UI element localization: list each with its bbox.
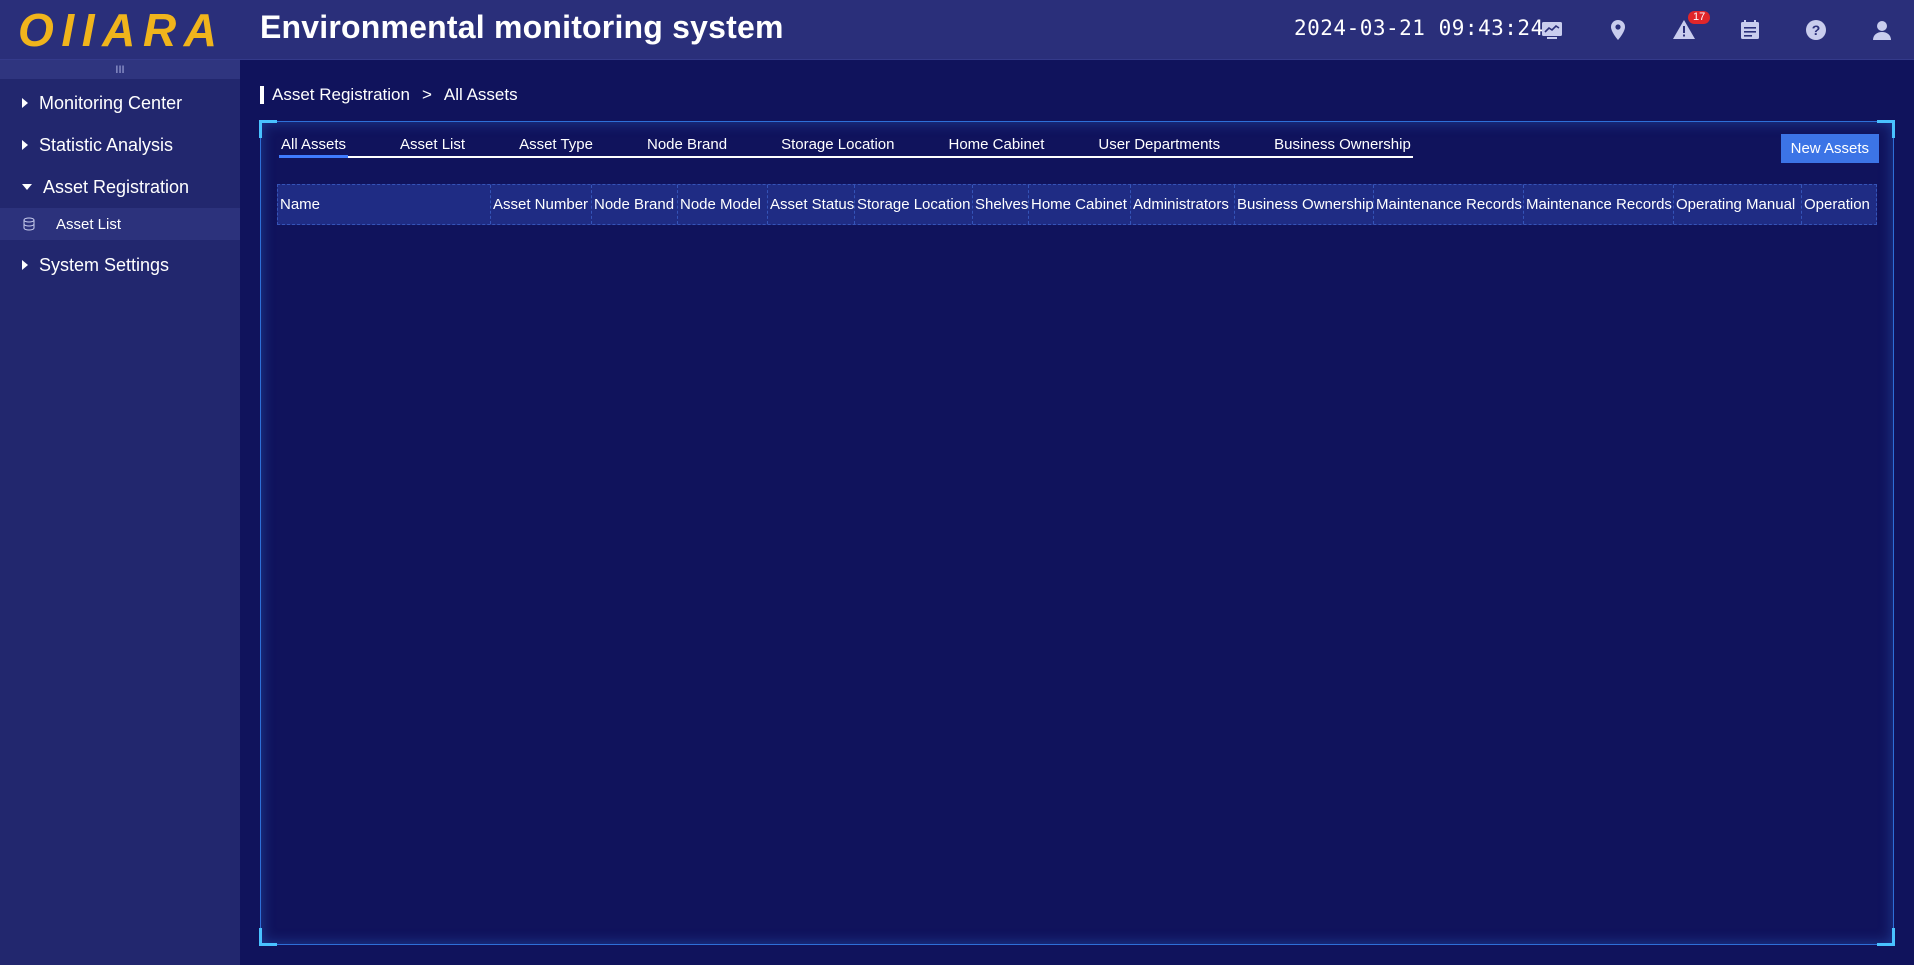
sidebar-item-asset-registration[interactable]: Asset Registration: [0, 166, 240, 208]
caret-right-icon: [22, 140, 28, 150]
column-header-home-cabinet[interactable]: Home Cabinet: [1029, 185, 1131, 224]
sidebar-item-label: System Settings: [39, 254, 170, 275]
column-header-business-ownership[interactable]: Business Ownership: [1235, 185, 1374, 224]
location-pin-icon[interactable]: [1605, 17, 1631, 43]
top-header: OIIARA Environmental monitoring system 2…: [0, 0, 1914, 60]
alert-icon[interactable]: 17: [1671, 11, 1711, 43]
company-logo: OIIARA: [18, 6, 218, 54]
breadcrumb-separator: >: [421, 85, 432, 104]
tab-asset-list[interactable]: Asset List: [398, 136, 467, 158]
column-header-storage-location[interactable]: Storage Location: [855, 185, 973, 224]
sidebar-item-statistic-analysis[interactable]: Statistic Analysis: [0, 124, 240, 166]
panel-corner: [1877, 120, 1895, 138]
sidebar-collapse-toggle[interactable]: III: [0, 60, 240, 79]
user-icon[interactable]: [1869, 17, 1895, 43]
sidebar-item-system-settings[interactable]: System Settings: [0, 244, 240, 286]
app-title: Environmental monitoring system: [260, 9, 784, 45]
sidebar-item-label: Asset Registration: [43, 176, 190, 197]
panel-corner: [259, 120, 277, 138]
tab-asset-type[interactable]: Asset Type: [517, 136, 595, 158]
column-header-node-model[interactable]: Node Model: [678, 185, 768, 224]
caret-down-icon: [22, 184, 32, 190]
tab-business-ownership[interactable]: Business Ownership: [1272, 136, 1413, 158]
monitor-icon[interactable]: [1539, 17, 1565, 43]
asset-tabs: All Assets Asset List Asset Type Node Br…: [279, 136, 1413, 158]
tab-home-cabinet[interactable]: Home Cabinet: [946, 136, 1046, 158]
sidebar: III Monitoring Center Statistic Analysis…: [0, 60, 240, 965]
column-header-asset-number[interactable]: Asset Number: [491, 185, 592, 224]
sidebar-subitem-asset-list[interactable]: Asset List: [0, 208, 240, 240]
breadcrumb: Asset Registration > All Assets: [260, 85, 518, 105]
assets-table-header: Name Asset Number Node Brand Node Model …: [277, 184, 1877, 225]
collapse-glyph: III: [115, 63, 125, 76]
current-datetime: 2024-03-21 09:43:24: [1294, 16, 1544, 40]
tab-storage-location[interactable]: Storage Location: [779, 136, 896, 158]
column-header-asset-status[interactable]: Asset Status: [768, 185, 855, 224]
breadcrumb-current: All Assets: [443, 85, 518, 104]
caret-right-icon: [22, 260, 28, 270]
help-icon[interactable]: ?: [1803, 17, 1829, 43]
sidebar-item-monitoring-center[interactable]: Monitoring Center: [0, 82, 240, 124]
column-header-administrators[interactable]: Administrators: [1131, 185, 1235, 224]
column-header-name[interactable]: Name: [278, 185, 491, 224]
content-panel: All Assets Asset List Asset Type Node Br…: [259, 120, 1895, 946]
breadcrumb-parent[interactable]: Asset Registration: [272, 85, 410, 105]
alert-count-badge: 17: [1688, 11, 1711, 24]
tab-user-departments[interactable]: User Departments: [1096, 136, 1222, 158]
column-header-operating-manual[interactable]: Operating Manual: [1674, 185, 1802, 224]
caret-right-icon: [22, 98, 28, 108]
svg-text:?: ?: [1812, 22, 1821, 38]
sidebar-item-label: Monitoring Center: [39, 92, 183, 113]
svg-text:OIIARA: OIIARA: [18, 6, 218, 54]
tab-node-brand[interactable]: Node Brand: [645, 136, 729, 158]
column-header-operation[interactable]: Operation: [1802, 185, 1876, 224]
column-header-shelves[interactable]: Shelves: [973, 185, 1029, 224]
panel-corner: [259, 928, 277, 946]
calendar-icon[interactable]: [1737, 17, 1763, 43]
sidebar-subitem-label: Asset List: [56, 215, 122, 233]
new-assets-button[interactable]: New Assets: [1780, 134, 1879, 163]
sidebar-item-label: Statistic Analysis: [39, 134, 174, 155]
tab-all-assets[interactable]: All Assets: [279, 136, 349, 158]
column-header-maintenance-records[interactable]: Maintenance Records: [1374, 185, 1524, 224]
column-header-node-brand[interactable]: Node Brand: [592, 185, 678, 224]
panel-corner: [1877, 928, 1895, 946]
database-icon: [23, 217, 35, 231]
column-header-maintenance-records-2[interactable]: Maintenance Records: [1524, 185, 1674, 224]
